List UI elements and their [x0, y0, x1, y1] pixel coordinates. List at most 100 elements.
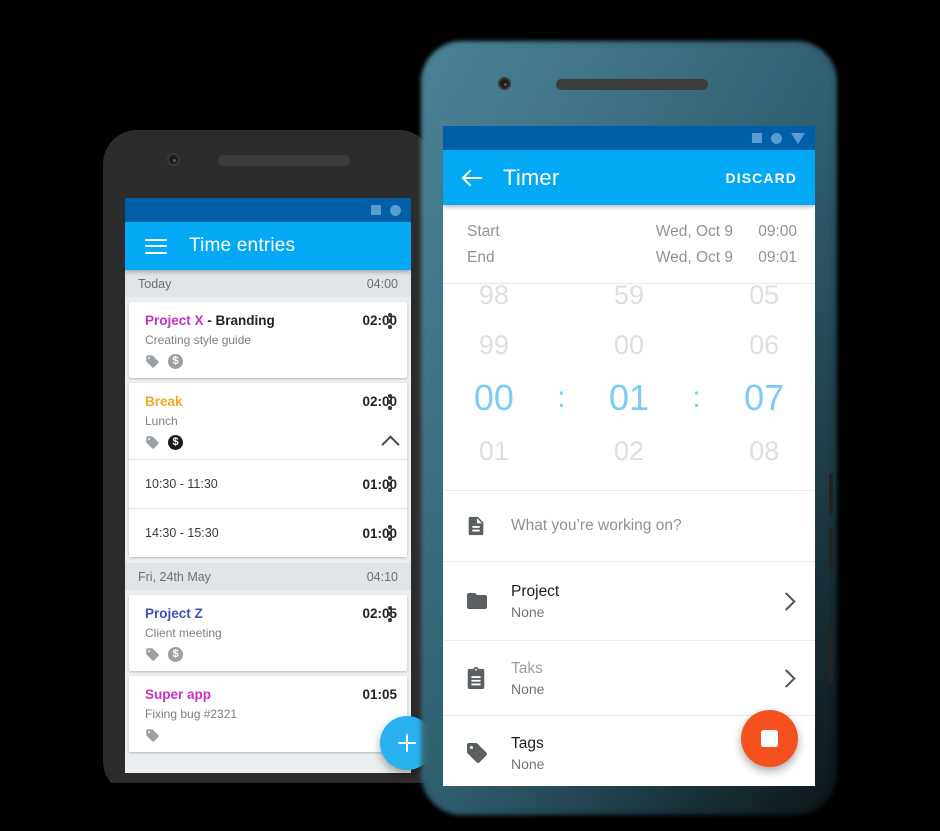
- time-entry-row[interactable]: Project Z 02:05 Client meeting $: [129, 595, 407, 671]
- picker-row-next: 01 02 08: [443, 426, 815, 476]
- dollar-icon: $: [168, 435, 183, 450]
- hours-selected[interactable]: 00: [443, 370, 545, 426]
- volume-down-button[interactable]: [829, 528, 833, 570]
- stop-timer-fab[interactable]: [741, 710, 798, 767]
- task-field-text: Taks None: [511, 660, 780, 697]
- description-input[interactable]: What you’re working on?: [511, 517, 682, 534]
- duration-picker[interactable]: 98 59 05 99 00 06 00 : 01 : 07 01 02 08: [443, 283, 815, 491]
- time-entry-row[interactable]: Break 02:00 Lunch $: [129, 383, 407, 459]
- page-title: Timer: [503, 164, 560, 190]
- time-entry-card[interactable]: Project Z 02:05 Client meeting $: [129, 595, 407, 671]
- project-field-text: Project None: [511, 583, 780, 620]
- task-label: - Branding: [203, 313, 275, 328]
- sub-entry-overflow-menu[interactable]: [382, 524, 398, 542]
- description-input-wrap[interactable]: What you’re working on?: [511, 517, 797, 535]
- front-camera-icon: [498, 77, 511, 90]
- entry-duration: 01:05: [362, 687, 397, 702]
- project-field-row[interactable]: Project None: [443, 562, 815, 641]
- right-phone-device: Timer DISCARD Start Wed, Oct 9 09:00 End…: [421, 41, 837, 815]
- entry-description: Client meeting: [145, 626, 222, 640]
- sub-entry-range: 14:30 - 15:30: [145, 526, 219, 540]
- hours-next[interactable]: 01: [443, 426, 545, 476]
- time-entry-card[interactable]: Super app 01:05 Fixing bug #2321: [129, 676, 407, 752]
- discard-button[interactable]: DISCARD: [726, 170, 797, 186]
- seconds-far-prev[interactable]: 05: [713, 284, 815, 320]
- circle-icon: [390, 204, 401, 216]
- entry-description: Creating style guide: [145, 333, 252, 347]
- sub-entry-row[interactable]: 14:30 - 15:30 01:00: [129, 508, 407, 557]
- time-entry-row[interactable]: Project X - Branding 02:00 Creating styl…: [129, 302, 407, 378]
- stop-icon: [761, 730, 778, 747]
- picker-row-far-next: 02 03 09: [443, 476, 815, 490]
- tag-icon: [145, 647, 160, 662]
- seconds-selected[interactable]: 07: [713, 370, 815, 426]
- entry-icon-row: [145, 728, 407, 743]
- screenshot-stage: Time entries Today 04:00 Project X - Bra…: [0, 0, 940, 831]
- chevron-right-icon[interactable]: [777, 668, 796, 688]
- task-field-row[interactable]: Taks None: [443, 641, 815, 716]
- description-field-row[interactable]: What you’re working on?: [443, 491, 815, 562]
- right-phone-bezel: [428, 48, 830, 108]
- entry-icon-row: $: [145, 435, 407, 450]
- start-date: Wed, Oct 9: [655, 223, 733, 240]
- minutes-prev[interactable]: 00: [578, 320, 680, 370]
- volume-up-button[interactable]: [829, 473, 833, 515]
- end-time: 09:01: [758, 249, 797, 266]
- minutes-selected[interactable]: 01: [578, 370, 680, 426]
- hours-far-prev[interactable]: 98: [443, 284, 545, 320]
- entry-project-name: Break: [145, 394, 183, 409]
- end-row[interactable]: End Wed, Oct 9 09:01: [467, 245, 797, 271]
- tag-icon: [145, 435, 160, 450]
- back-arrow-icon[interactable]: [463, 168, 483, 188]
- section-total: 04:00: [366, 276, 398, 291]
- task-label: Taks: [511, 659, 543, 677]
- folder-icon: [465, 589, 511, 613]
- entry-description: Fixing bug #2321: [145, 707, 238, 721]
- project-value: None: [511, 603, 545, 620]
- end-label: End: [467, 249, 495, 266]
- hours-far-next[interactable]: 02: [443, 476, 545, 490]
- circle-icon: [771, 132, 782, 144]
- seconds-far-next[interactable]: 09: [713, 476, 815, 490]
- dollar-icon: $: [168, 647, 183, 662]
- separator: :: [692, 381, 701, 414]
- picker-row-prev: 99 00 06: [443, 320, 815, 370]
- time-entry-row[interactable]: Super app 01:05 Fixing bug #2321: [129, 676, 407, 752]
- plus-icon: [398, 734, 416, 752]
- entry-project-name: Super app: [145, 687, 212, 702]
- entry-overflow-menu[interactable]: [382, 393, 398, 411]
- start-label: Start: [467, 223, 500, 240]
- task-value: None: [511, 680, 545, 697]
- square-icon: [752, 133, 762, 143]
- start-row[interactable]: Start Wed, Oct 9 09:00: [467, 219, 797, 245]
- sub-entry-row[interactable]: 10:30 - 11:30 01:00: [129, 459, 407, 508]
- triangle-down-icon: [791, 132, 805, 144]
- hamburger-icon[interactable]: [145, 238, 167, 254]
- entry-description: Lunch: [145, 414, 178, 428]
- entry-icon-row: $: [145, 647, 407, 662]
- page-title: Time entries: [189, 235, 296, 256]
- sub-entry-range: 10:30 - 11:30: [145, 477, 218, 491]
- sub-entry-overflow-menu[interactable]: [382, 475, 398, 493]
- minutes-far-prev[interactable]: 59: [578, 284, 680, 320]
- hours-prev[interactable]: 99: [443, 320, 545, 370]
- start-end-block[interactable]: Start Wed, Oct 9 09:00 End Wed, Oct 9 09…: [443, 205, 815, 283]
- seconds-next[interactable]: 08: [713, 426, 815, 476]
- left-phone-bezel: [103, 130, 433, 190]
- time-entry-card[interactable]: Break 02:00 Lunch $ 10:30 - 11:30 01:00 …: [129, 383, 407, 557]
- time-entries-list[interactable]: Today 04:00 Project X - Branding 02:00 C…: [125, 270, 411, 773]
- minutes-far-next[interactable]: 03: [578, 476, 680, 490]
- seconds-prev[interactable]: 06: [713, 320, 815, 370]
- tag-icon: [145, 728, 160, 743]
- minutes-next[interactable]: 02: [578, 426, 680, 476]
- entry-overflow-menu[interactable]: [382, 312, 398, 330]
- tag-icon: [145, 354, 160, 369]
- square-icon: [371, 205, 381, 215]
- chevron-right-icon[interactable]: [777, 591, 796, 611]
- section-label: Fri, 24th May: [138, 569, 211, 584]
- picker-row-selected: 00 : 01 : 07: [443, 370, 815, 426]
- entry-overflow-menu[interactable]: [382, 605, 398, 623]
- power-button[interactable]: [829, 628, 833, 684]
- time-entry-card[interactable]: Project X - Branding 02:00 Creating styl…: [129, 302, 407, 378]
- earpiece-speaker: [556, 79, 708, 90]
